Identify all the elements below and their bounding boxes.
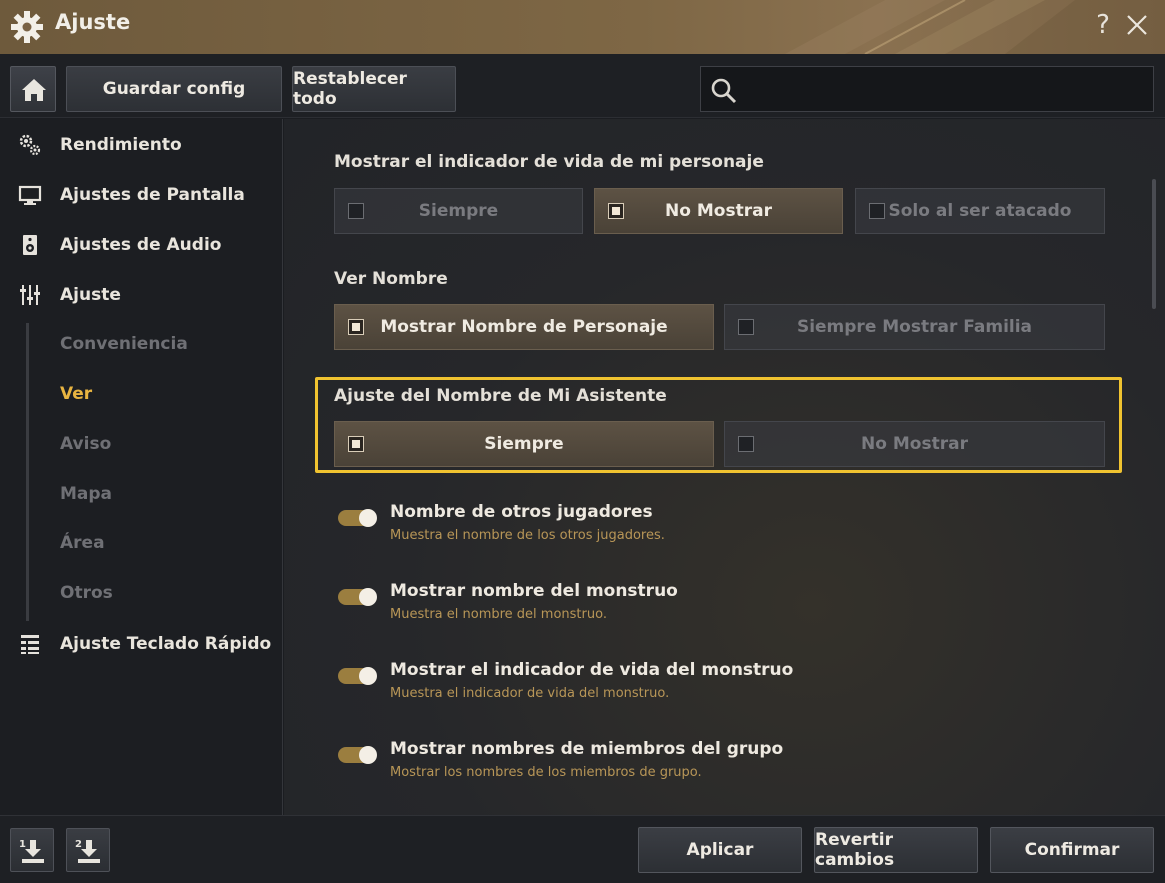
title-bar: Ajuste ?	[0, 0, 1165, 54]
revert-changes-button[interactable]: Revertir cambios	[814, 827, 978, 873]
checkbox	[348, 319, 364, 335]
sidebar-item-teclado[interactable]: Ajuste Teclado Rápido	[0, 624, 283, 664]
sidebar-item-label: Ajustes de Pantalla	[60, 185, 245, 205]
confirm-button[interactable]: Confirmar	[990, 827, 1154, 873]
sidebar-item-label: Rendimiento	[60, 135, 182, 155]
checkbox	[738, 319, 754, 335]
submenu-line	[26, 323, 29, 621]
sidebar-subitem-mapa[interactable]: Mapa	[60, 484, 112, 504]
scrollbar[interactable]	[1152, 179, 1156, 309]
search-icon	[711, 78, 737, 104]
sidebar-subitem-aviso[interactable]: Aviso	[60, 434, 111, 454]
checkbox	[608, 203, 624, 219]
save-slot-1-button[interactable]: 1	[10, 828, 54, 872]
speaker-icon	[23, 235, 37, 255]
sidebar-subitem-ver[interactable]: Ver	[60, 384, 92, 404]
save-config-button[interactable]: Guardar config	[66, 66, 282, 112]
toggle-title: Mostrar nombre del monstruo	[390, 581, 678, 601]
option-siempre[interactable]: Siempre	[334, 421, 714, 467]
window-title: Ajuste	[55, 10, 131, 34]
checkbox	[869, 203, 885, 219]
settings-content: Mostrar el indicador de vida de mi perso…	[284, 119, 1165, 815]
save-slot-2-button[interactable]: 2	[66, 828, 110, 872]
sidebar-item-label: Ajuste	[60, 285, 121, 305]
toggle-title: Mostrar nombres de miembros del grupo	[390, 739, 784, 759]
list-icon	[21, 635, 39, 654]
reset-all-button[interactable]: Restablecer todo	[292, 66, 456, 112]
option-label: Siempre Mostrar Familia	[796, 317, 1033, 337]
toggle-description: Mostrar los nombres de los miembros de g…	[390, 765, 702, 780]
option-no-mostrar[interactable]: No Mostrar	[594, 188, 843, 234]
sidebar-item-ajuste[interactable]: Ajuste	[0, 275, 283, 315]
section-title: Ver Nombre	[334, 269, 448, 289]
gears-icon	[19, 134, 41, 156]
sidebar-item-audio[interactable]: Ajustes de Audio	[0, 225, 283, 265]
search-input[interactable]	[747, 73, 1147, 105]
checkbox	[738, 436, 754, 452]
sidebar-subitem-otros[interactable]: Otros	[60, 583, 113, 603]
checkbox	[348, 436, 364, 452]
option-label: Siempre	[484, 434, 564, 454]
monitor-icon	[18, 185, 42, 205]
toggle-description: Muestra el nombre del monstruo.	[390, 607, 607, 622]
close-icon[interactable]	[1124, 12, 1150, 38]
toggle-switch[interactable]	[338, 746, 377, 764]
apply-button[interactable]: Aplicar	[638, 827, 802, 873]
toggle-switch[interactable]	[338, 509, 377, 527]
toggle-title: Mostrar el indicador de vida del monstru…	[390, 660, 794, 680]
footer-bar: 1 2 Aplicar Revertir cambios Confirmar	[0, 815, 1165, 883]
help-button[interactable]: ?	[1092, 9, 1114, 41]
toggle-switch[interactable]	[338, 667, 377, 685]
search-box[interactable]	[700, 66, 1154, 112]
section-title: Ajuste del Nombre de Mi Asistente	[334, 386, 667, 406]
option-siempre[interactable]: Siempre	[334, 188, 583, 234]
slot-number: 2	[75, 839, 82, 850]
sidebar-subitem-conveniencia[interactable]: Conveniencia	[60, 334, 188, 354]
sidebar-subitem-area[interactable]: Área	[60, 533, 105, 553]
sliders-icon	[20, 285, 40, 305]
slot-number: 1	[19, 839, 26, 850]
checkbox	[348, 203, 364, 219]
option-label: Mostrar Nombre de Personaje	[380, 317, 668, 337]
sidebar-item-rendimiento[interactable]: Rendimiento	[0, 125, 283, 165]
sidebar-item-pantalla[interactable]: Ajustes de Pantalla	[0, 175, 283, 215]
sidebar: Rendimiento Ajustes de Pantalla Ajustes …	[0, 119, 283, 815]
option-label: No Mostrar	[665, 201, 772, 221]
option-mostrar-nombre-personaje[interactable]: Mostrar Nombre de Personaje	[334, 304, 714, 350]
download-icon: 1	[19, 839, 44, 863]
toggle-switch[interactable]	[338, 588, 377, 606]
toggle-description: Muestra el nombre de los otros jugadores…	[390, 528, 665, 543]
toggle-description: Muestra el indicador de vida del monstru…	[390, 686, 670, 701]
option-label: Siempre	[418, 201, 499, 221]
download-icon: 2	[75, 839, 100, 863]
home-button[interactable]	[10, 66, 56, 112]
option-solo-al-ser-atacado[interactable]: Solo al ser atacado	[855, 188, 1105, 234]
gear-icon	[11, 11, 43, 43]
section-title: Mostrar el indicador de vida de mi perso…	[334, 152, 764, 172]
option-siempre-mostrar-familia[interactable]: Siempre Mostrar Familia	[724, 304, 1105, 350]
option-no-mostrar[interactable]: No Mostrar	[724, 421, 1105, 467]
sidebar-item-label: Ajustes de Audio	[60, 235, 222, 255]
option-label: Solo al ser atacado	[888, 201, 1072, 221]
toolbar: Guardar config Restablecer todo	[0, 54, 1165, 118]
sidebar-item-label: Ajuste Teclado Rápido	[60, 634, 272, 654]
toggle-title: Nombre de otros jugadores	[390, 502, 653, 522]
option-label: No Mostrar	[861, 434, 968, 454]
home-icon	[22, 79, 46, 101]
